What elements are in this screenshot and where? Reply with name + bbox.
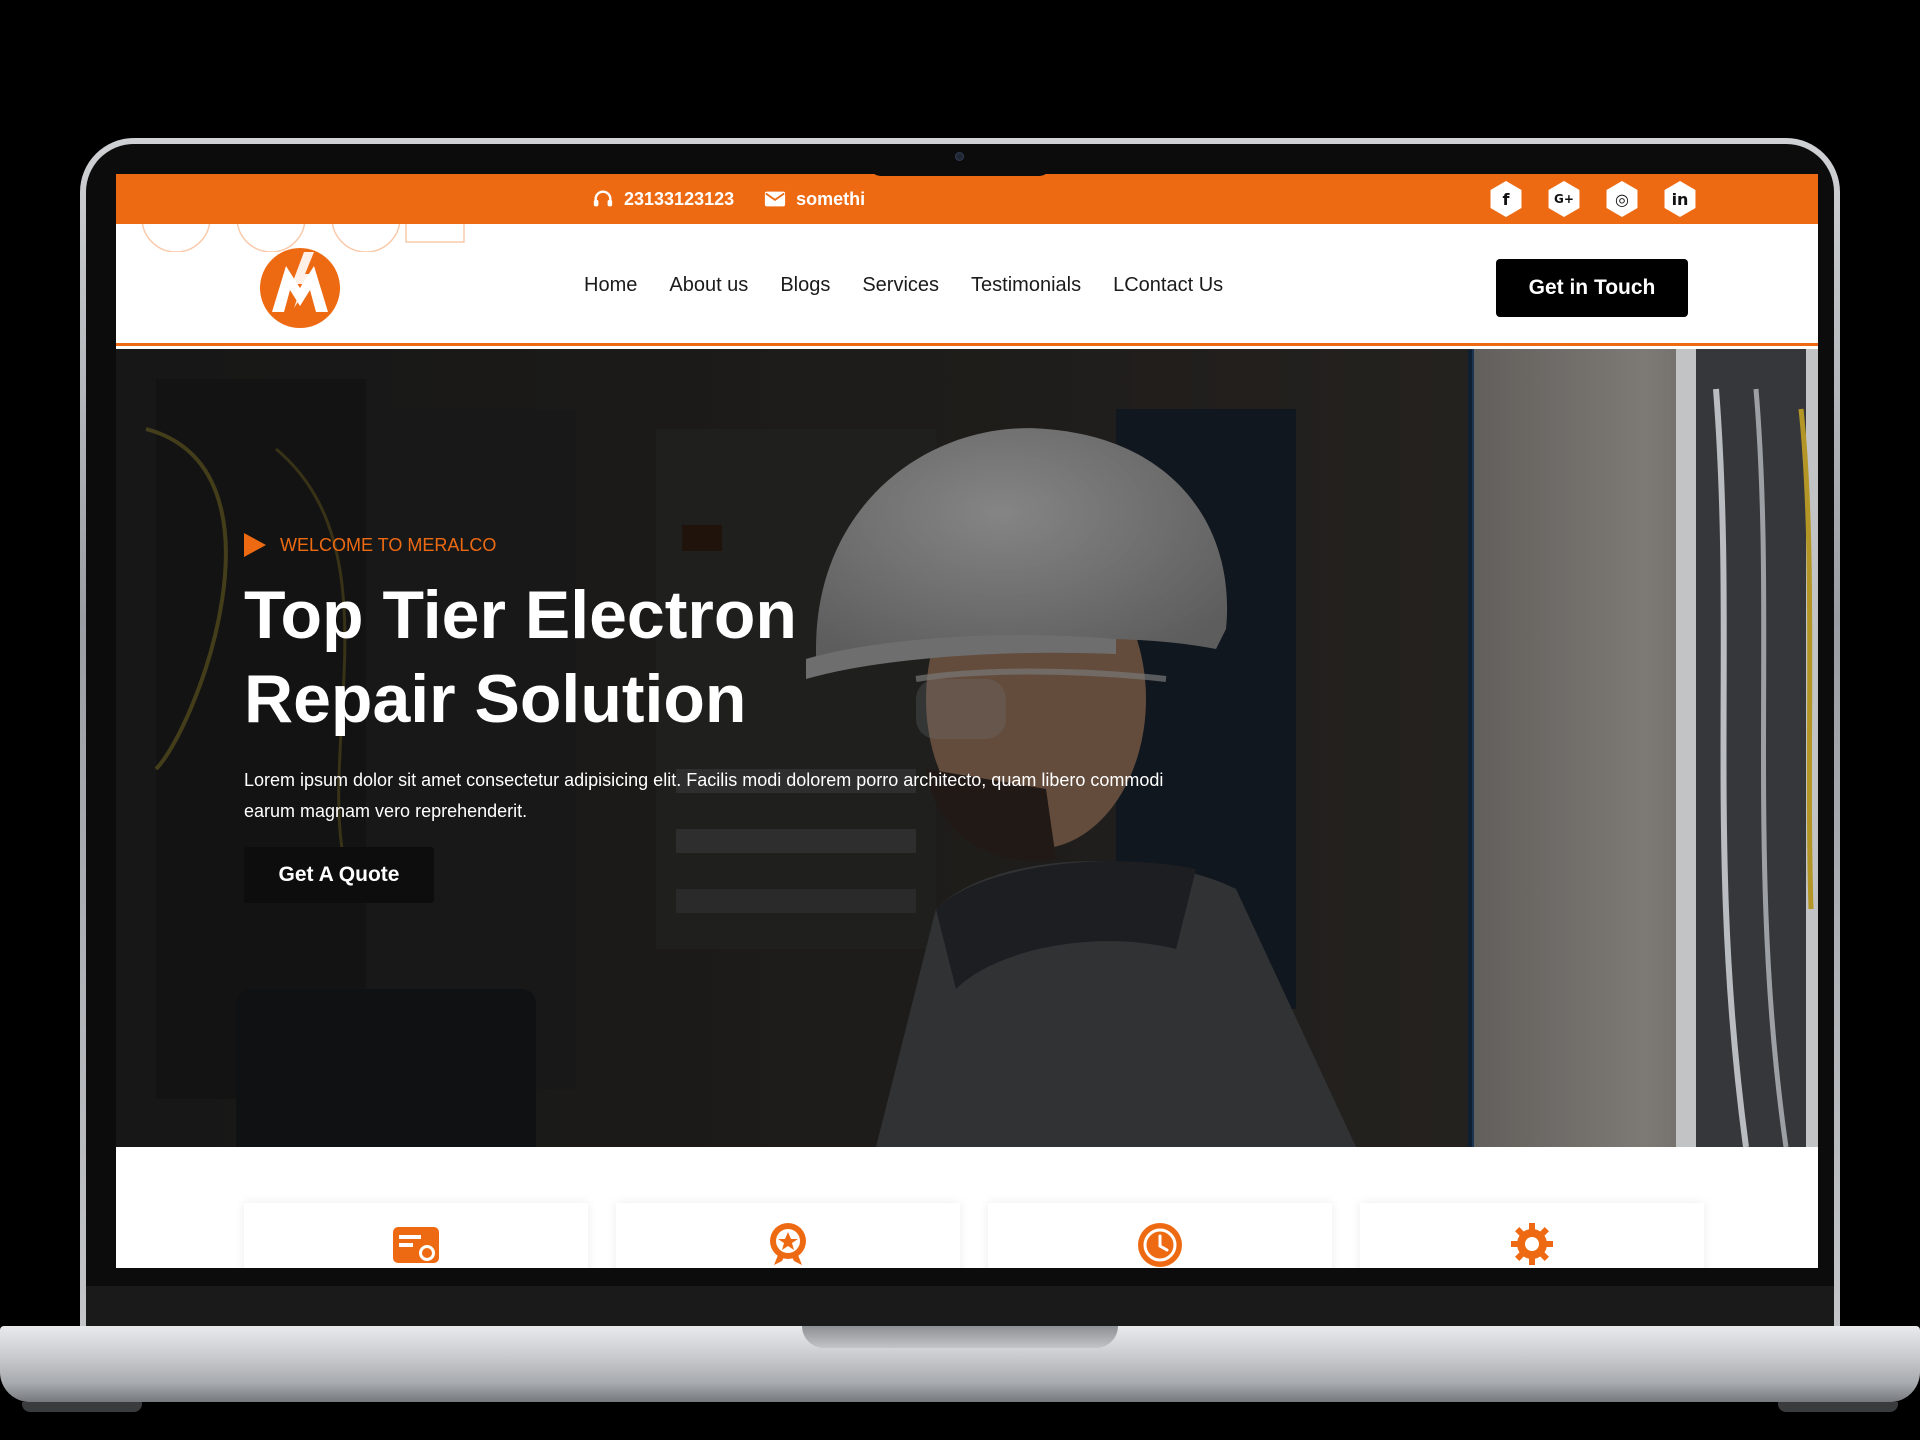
screen-bottom-bezel: [86, 1286, 1834, 1328]
arrow-right-icon: [244, 533, 266, 557]
camera-icon: [955, 152, 964, 161]
phone-number[interactable]: 23133123123: [624, 189, 734, 210]
phone-item[interactable]: 23133123123: [592, 188, 734, 210]
instagram-icon[interactable]: ◎: [1606, 181, 1638, 217]
hero-title-line1: Top Tier Electron: [244, 577, 797, 653]
instagram-glyph: ◎: [1615, 189, 1629, 209]
nav-services[interactable]: Services: [862, 274, 939, 297]
feature-card[interactable]: [1360, 1203, 1704, 1268]
nav-contact[interactable]: LContact Us: [1113, 274, 1223, 297]
nav-blogs[interactable]: Blogs: [780, 274, 830, 297]
features-strip: [116, 1147, 1818, 1268]
nav-about[interactable]: About us: [669, 274, 748, 297]
laptop-foot-right: [1778, 1402, 1898, 1412]
feature-card[interactable]: [244, 1203, 588, 1268]
google-plus-glyph: G+: [1554, 192, 1574, 206]
hero-title-line2: Repair Solution: [244, 661, 747, 737]
get-in-touch-button[interactable]: Get in Touch: [1496, 259, 1688, 317]
laptop-foot-left: [22, 1402, 142, 1412]
screen-bezel: 23133123123 somethi f G+ ◎ in Home About…: [86, 144, 1834, 1338]
linkedin-icon[interactable]: in: [1664, 181, 1696, 217]
facebook-glyph: f: [1502, 189, 1510, 209]
eyebrow-text: WELCOME TO MERALCO: [280, 534, 497, 555]
meralco-logo[interactable]: [258, 246, 342, 330]
facebook-icon[interactable]: f: [1490, 181, 1522, 217]
get-a-quote-button[interactable]: Get A Quote: [244, 847, 434, 903]
hero-content: WELCOME TO MERALCO Top Tier Electron Rep…: [244, 533, 1184, 903]
contact-info: 23133123123 somethi: [592, 174, 865, 224]
google-plus-icon[interactable]: G+: [1548, 181, 1580, 217]
lid-opening-notch: [802, 1326, 1118, 1348]
top-contact-bar: 23133123123 somethi f G+ ◎ in: [116, 174, 1818, 224]
email-item[interactable]: somethi: [764, 189, 865, 210]
laptop-mockup: 23133123123 somethi f G+ ◎ in Home About…: [0, 0, 1920, 1440]
nav-testimonials[interactable]: Testimonials: [971, 274, 1081, 297]
primary-nav: Home About us Blogs Services Testimonial…: [584, 224, 1223, 346]
laptop-lid: 23133123123 somethi f G+ ◎ in Home About…: [80, 138, 1840, 1338]
social-links: f G+ ◎ in: [1488, 181, 1698, 217]
headset-icon: [593, 190, 613, 207]
laptop-base: [0, 1326, 1920, 1402]
feature-card[interactable]: [616, 1203, 960, 1268]
invoice-icon: [393, 1227, 439, 1263]
feature-card[interactable]: [988, 1203, 1332, 1268]
hero-description: Lorem ipsum dolor sit amet consectetur a…: [244, 770, 1164, 821]
hero-eyebrow: WELCOME TO MERALCO: [244, 533, 1184, 557]
main-navbar: Home About us Blogs Services Testimonial…: [116, 218, 1818, 346]
envelope-icon: [765, 191, 786, 207]
award-badge-icon: [770, 1223, 806, 1265]
gear-icon: [1511, 1223, 1553, 1265]
hero-section: WELCOME TO MERALCO Top Tier Electron Rep…: [116, 349, 1818, 1147]
email-address[interactable]: somethi: [796, 189, 865, 210]
nav-home[interactable]: Home: [584, 274, 637, 297]
website-screen: 23133123123 somethi f G+ ◎ in Home About…: [116, 174, 1818, 1268]
clock-icon: [1138, 1223, 1182, 1267]
linkedin-glyph: in: [1671, 189, 1689, 209]
camera-notch: [869, 144, 1051, 176]
